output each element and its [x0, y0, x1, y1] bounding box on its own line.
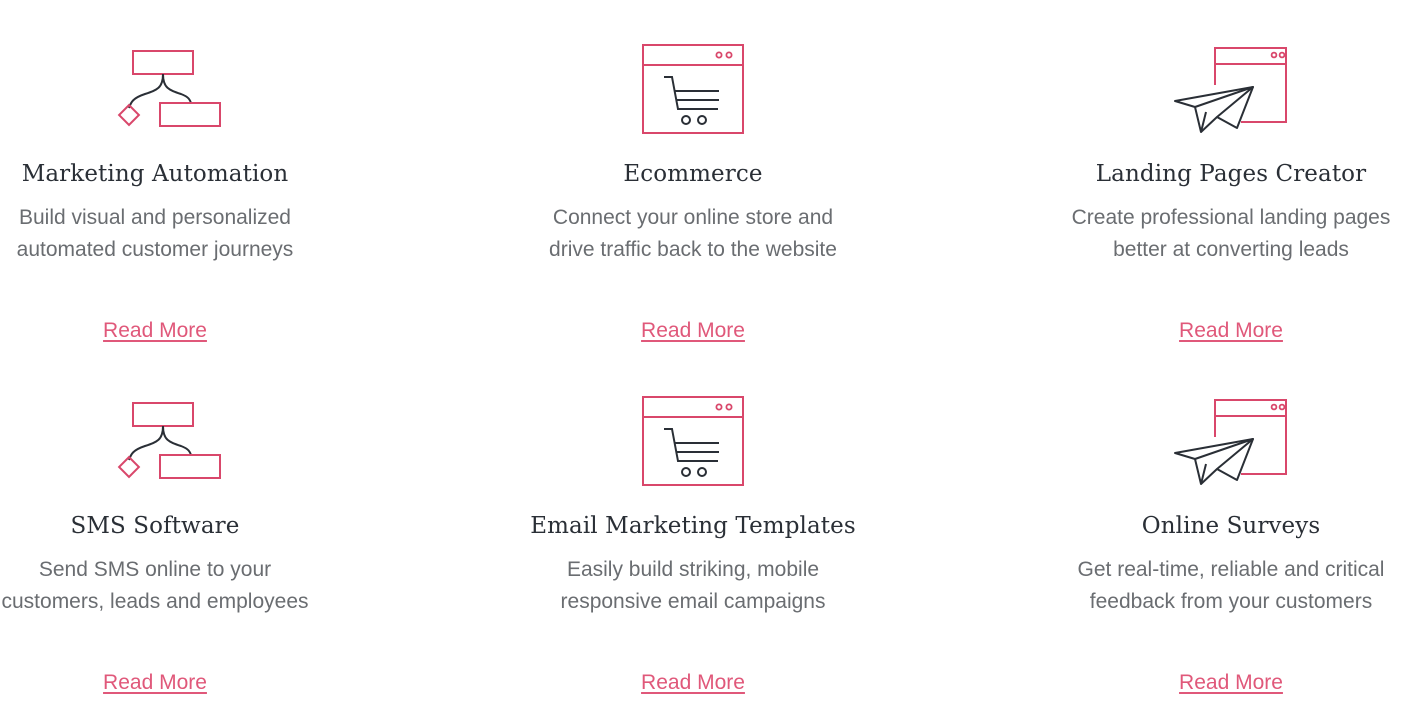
feature-title: Landing Pages Creator: [1095, 161, 1367, 187]
read-more-link[interactable]: Read More: [483, 319, 903, 343]
description-line: Connect your online store and: [552, 206, 834, 229]
description-line: better at converting leads: [1113, 238, 1349, 261]
description-line: Build visual and personalized: [18, 206, 291, 229]
flowchart-icon: [85, 392, 225, 492]
read-more-link[interactable]: Read More: [0, 671, 365, 695]
feature-title: Marketing Automation: [21, 161, 289, 187]
shopping-cart-browser-icon: [623, 40, 763, 140]
read-more-link[interactable]: Read More: [0, 319, 365, 343]
description-line: Get real-time, reliable and critical: [1077, 558, 1385, 581]
feature-title: Email Marketing Templates: [530, 513, 856, 539]
description-line: customers, leads and employees: [1, 590, 309, 613]
description-line: Create professional landing pages: [1071, 206, 1391, 229]
description-line: automated customer journeys: [16, 238, 294, 261]
paper-plane-browser-icon: [1161, 392, 1301, 492]
feature-title: Online Surveys: [1141, 513, 1321, 539]
feature-description: Build visual and personalized automated …: [0, 202, 365, 266]
description-line: Easily build striking, mobile: [566, 558, 820, 581]
feature-description: Create professional landing pages better…: [1021, 202, 1410, 266]
feature-description: Easily build striking, mobile responsive…: [483, 554, 903, 618]
description-line: drive traffic back to the website: [549, 238, 837, 261]
feature-description: Send SMS online to your customers, leads…: [0, 554, 365, 618]
feature-description: Get real-time, reliable and critical fee…: [1021, 554, 1410, 618]
feature-description: Connect your online store and drive traf…: [483, 202, 903, 266]
description-line: Send SMS online to your: [38, 558, 272, 581]
read-more-link[interactable]: Read More: [1021, 671, 1410, 695]
shopping-cart-browser-icon: [623, 392, 763, 492]
description-line: feedback from your customers: [1089, 590, 1373, 613]
flowchart-icon: [85, 40, 225, 140]
feature-title: Ecommerce: [623, 161, 763, 187]
description-line: responsive email campaigns: [560, 590, 826, 613]
paper-plane-browser-icon: [1161, 40, 1301, 140]
feature-title: SMS Software: [70, 513, 240, 539]
read-more-link[interactable]: Read More: [483, 671, 903, 695]
read-more-link[interactable]: Read More: [1021, 319, 1410, 343]
